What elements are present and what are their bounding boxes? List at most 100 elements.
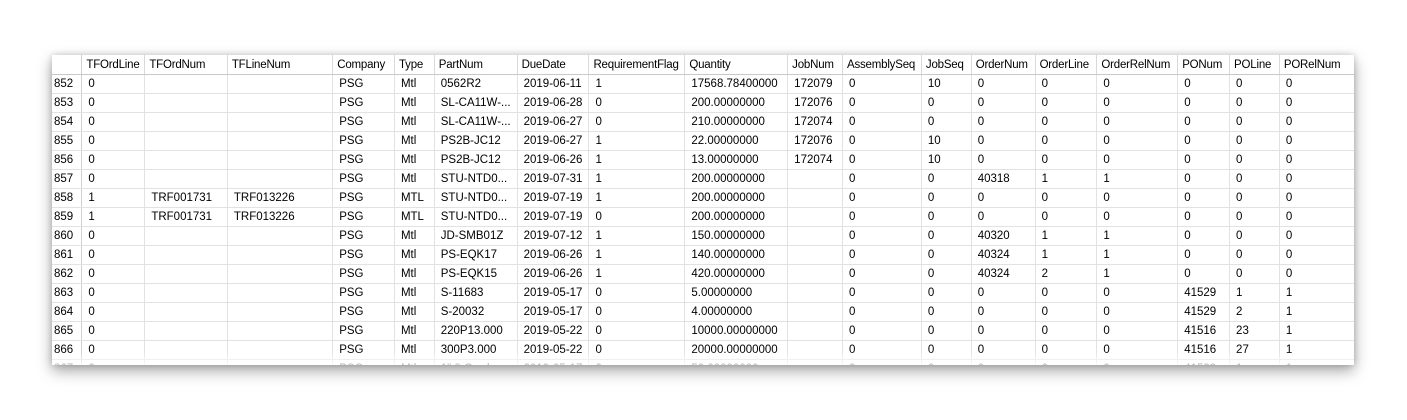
row-number-cell[interactable]: 854 — [52, 112, 83, 132]
row-number-cell[interactable]: 853 — [52, 93, 83, 113]
grid-cell[interactable]: 0 — [588, 207, 686, 227]
grid-cell[interactable]: 40318 — [971, 169, 1036, 189]
row-number-cell[interactable]: 866 — [52, 340, 83, 360]
table-row[interactable]: 862 0 PSG Mtl PS-EQK15 2019-06-26 1 420.0000000… — [52, 264, 1354, 284]
grid-cell[interactable]: 0 — [1279, 93, 1354, 113]
grid-cell[interactable]: 0 — [921, 321, 972, 341]
column-header[interactable]: Company — [332, 55, 395, 75]
grid-cell[interactable]: 0 — [1177, 93, 1231, 113]
grid-cell[interactable]: 0 — [921, 207, 972, 227]
grid-cell[interactable]: 0 — [1177, 188, 1231, 208]
table-row[interactable]: 859 1 TRF001731 TRF013226 PSG MTL STU-NTD0... 2… — [52, 207, 1354, 227]
grid-cell[interactable]: 0 — [1096, 112, 1179, 132]
grid-cell[interactable] — [787, 245, 843, 265]
grid-cell[interactable]: STU-NTD0... — [434, 207, 518, 227]
grid-cell[interactable]: PS2B-JC12 — [434, 131, 518, 151]
grid-cell[interactable] — [227, 74, 334, 94]
row-number-cell[interactable]: 864 — [52, 302, 83, 322]
grid-cell[interactable]: 1 — [588, 169, 686, 189]
table-row[interactable]: 864 0 PSG Mtl S-20032 2019-05-17 0 4.00000000 0 0… — [52, 302, 1354, 322]
column-header[interactable]: JobNum — [787, 55, 843, 75]
grid-cell[interactable]: 1 — [1279, 340, 1354, 360]
grid-cell[interactable]: 40320 — [971, 226, 1036, 246]
grid-cell[interactable]: 0 — [842, 226, 922, 246]
table-row[interactable]: 866 0 PSG Mtl 300P3.000 2019-05-22 0 20000.0000… — [52, 340, 1354, 360]
column-header[interactable]: PONum — [1177, 55, 1231, 75]
grid-cell[interactable]: PSG — [332, 169, 395, 189]
grid-cell[interactable] — [227, 340, 334, 360]
grid-cell[interactable]: 200.00000000 — [684, 169, 789, 189]
grid-cell[interactable] — [144, 226, 228, 246]
grid-cell[interactable]: PSG — [332, 131, 395, 151]
grid-cell[interactable]: 0 — [81, 112, 146, 132]
grid-cell[interactable]: Mtl — [394, 131, 435, 151]
grid-cell[interactable] — [787, 321, 843, 341]
grid-cell[interactable]: 0 — [1229, 264, 1280, 284]
grid-cell[interactable]: 200.00000000 — [684, 93, 789, 113]
grid-cell[interactable] — [227, 321, 334, 341]
grid-cell[interactable]: 0 — [1177, 150, 1231, 170]
grid-cell[interactable]: 0 — [1096, 131, 1179, 151]
grid-cell[interactable]: 10 — [921, 74, 972, 94]
grid-cell[interactable]: 1 — [1035, 169, 1098, 189]
grid-cell[interactable]: 0 — [842, 283, 922, 303]
grid-cell[interactable]: 0 — [1035, 359, 1098, 365]
grid-cell[interactable]: TRF001731 — [144, 188, 228, 208]
row-number-cell[interactable]: 858 — [52, 188, 83, 208]
table-row[interactable]: 857 0 PSG Mtl STU-NTD0... 2019-07-31 1 200.0000… — [52, 169, 1354, 189]
grid-cell[interactable] — [227, 150, 334, 170]
grid-cell[interactable]: 0 — [971, 340, 1036, 360]
grid-cell[interactable]: 0 — [1035, 302, 1098, 322]
row-number-cell[interactable]: 865 — [52, 321, 83, 341]
grid-cell[interactable]: PSG — [332, 321, 395, 341]
grid-cell[interactable]: 0 — [1229, 207, 1280, 227]
grid-cell[interactable]: 0 — [588, 359, 686, 365]
grid-cell[interactable]: 2019-06-27 — [517, 131, 590, 151]
grid-cell[interactable]: 1 — [588, 131, 686, 151]
column-header[interactable]: PORelNum — [1279, 55, 1354, 75]
grid-cell[interactable] — [144, 93, 228, 113]
grid-cell[interactable]: 0 — [971, 150, 1036, 170]
grid-cell[interactable]: 2019-06-26 — [517, 264, 590, 284]
column-header[interactable]: OrderNum — [971, 55, 1036, 75]
grid-cell[interactable]: 0 — [1229, 245, 1280, 265]
grid-cell[interactable]: 1 — [1229, 283, 1280, 303]
table-row[interactable]: 865 0 PSG Mtl 220P13.000 2019-05-22 0 10000.000… — [52, 321, 1354, 341]
grid-cell[interactable]: 0 — [1229, 150, 1280, 170]
grid-cell[interactable]: Mtl — [394, 359, 435, 365]
grid-cell[interactable]: 0 — [1229, 188, 1280, 208]
grid-cell[interactable]: 2019-07-19 — [517, 207, 590, 227]
grid-cell[interactable] — [227, 93, 334, 113]
grid-cell[interactable]: 27 — [1229, 340, 1280, 360]
grid-cell[interactable]: 0 — [921, 112, 972, 132]
grid-cell[interactable]: 0 — [1279, 74, 1354, 94]
grid-cell[interactable]: 0 — [1096, 207, 1179, 227]
grid-cell[interactable]: 0 — [81, 302, 146, 322]
grid-cell[interactable]: 2019-06-11 — [517, 74, 590, 94]
grid-cell[interactable]: 0 — [921, 245, 972, 265]
grid-cell[interactable]: 0 — [1177, 74, 1231, 94]
grid-cell[interactable]: 1 — [81, 207, 146, 227]
grid-cell[interactable]: 172074 — [787, 112, 843, 132]
grid-cell[interactable]: 0 — [81, 226, 146, 246]
grid-cell[interactable]: 1 — [1229, 359, 1280, 365]
row-number-cell[interactable]: 859 — [52, 207, 83, 227]
grid-cell[interactable]: 2019-07-19 — [517, 188, 590, 208]
table-row[interactable]: 863 0 PSG Mtl S-11683 2019-05-17 0 5.00000000 0 0… — [52, 283, 1354, 303]
grid-cell[interactable]: PSG — [332, 74, 395, 94]
grid-cell[interactable]: 2019-06-28 — [517, 93, 590, 113]
grid-cell[interactable]: 41516 — [1177, 340, 1231, 360]
row-number-cell[interactable]: 855 — [52, 131, 83, 151]
grid-cell[interactable]: 0 — [81, 321, 146, 341]
grid-cell[interactable]: 0 — [1035, 207, 1098, 227]
grid-cell[interactable] — [787, 188, 843, 208]
grid-cell[interactable] — [787, 207, 843, 227]
grid-cell[interactable] — [144, 302, 228, 322]
grid-cell[interactable] — [787, 283, 843, 303]
grid-cell[interactable]: Mtl — [394, 226, 435, 246]
grid-cell[interactable] — [144, 340, 228, 360]
grid-cell[interactable]: 50.00000000 — [684, 359, 789, 365]
grid-cell[interactable]: 0 — [81, 264, 146, 284]
grid-cell[interactable]: 0 — [1035, 74, 1098, 94]
row-number-cell[interactable]: 856 — [52, 150, 83, 170]
